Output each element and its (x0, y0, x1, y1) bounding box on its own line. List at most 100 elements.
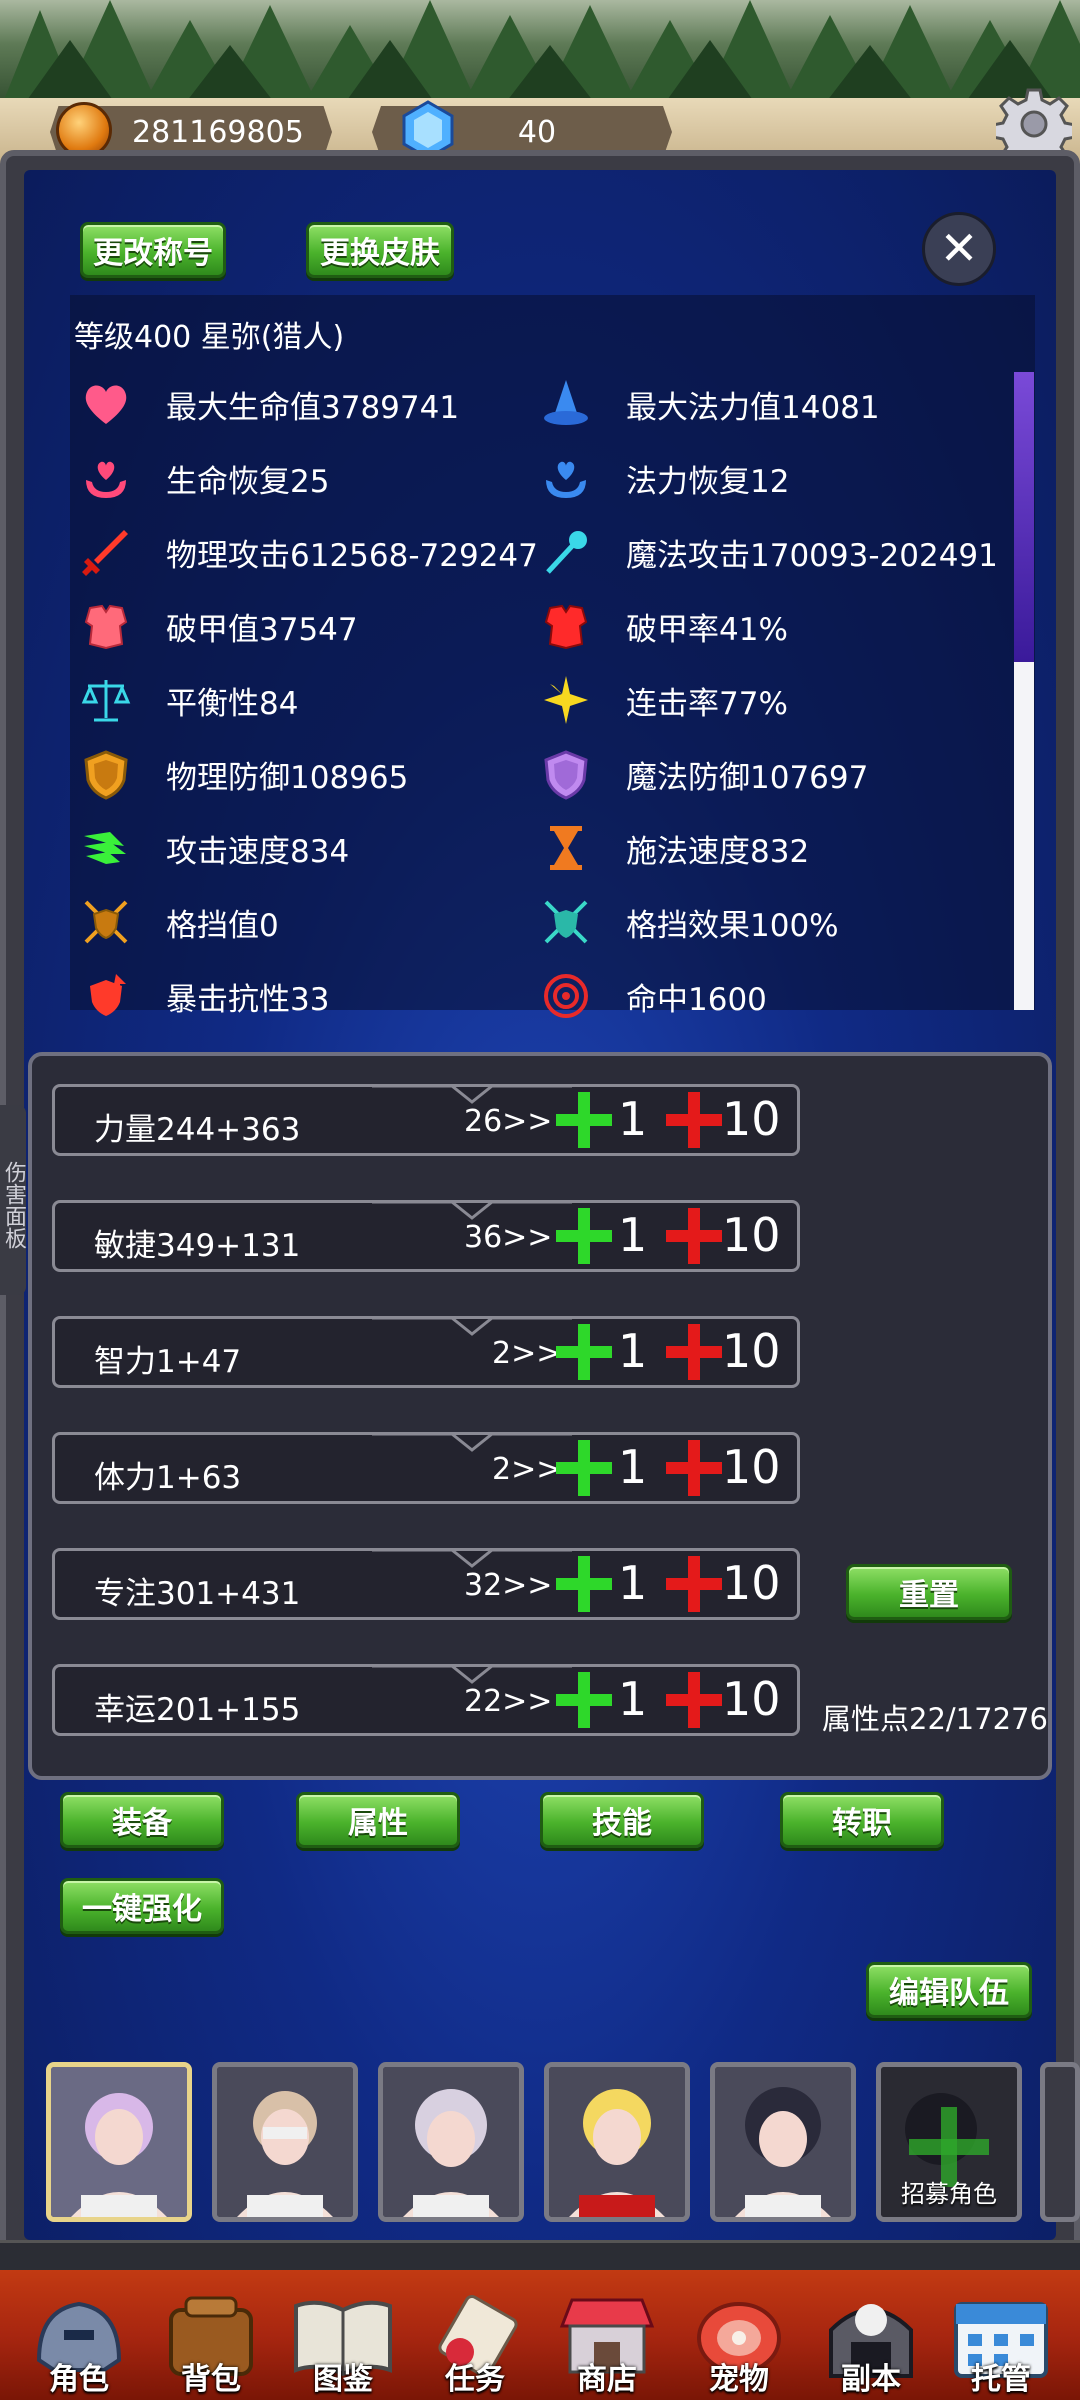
stat-magic-attack: 魔法攻击170093-202491 (540, 524, 998, 580)
attribute-cost: 32>> (464, 1568, 553, 1603)
nav-label: 副本 (841, 2362, 901, 2397)
plus-ten-icon[interactable] (662, 1552, 726, 1616)
character-portrait[interactable] (46, 2062, 192, 2222)
nav-quest[interactable]: 任务 (420, 2290, 530, 2400)
attribute-label: 敏捷349+131 (94, 1228, 301, 1264)
plus-one-amount: 1 (618, 1208, 648, 1262)
character-portrait[interactable] (544, 2062, 690, 2222)
target-icon (544, 974, 588, 1018)
plus-one-amount: 1 (618, 1324, 648, 1378)
plus-ten-icon[interactable] (662, 1320, 726, 1384)
stat-label: 平衡性84 (166, 685, 299, 722)
one-click-enhance-button[interactable]: 一键强化 (60, 1878, 224, 1934)
change-skin-button[interactable]: 更换皮肤 (306, 222, 454, 278)
stat-label: 破甲率41% (626, 611, 788, 648)
attribute-row-intelligence: 智力1+47 2>> 1 10 (52, 1306, 800, 1390)
character-avatar (217, 2067, 353, 2217)
plus-one-icon[interactable] (552, 1204, 616, 1268)
recruit-character-slot[interactable]: 招募角色 (876, 2062, 1022, 2222)
damage-panel-tab[interactable]: 伤害面板 (0, 1105, 26, 1295)
hp-regen-icon (86, 461, 126, 498)
crossed-swords-shield-icon (84, 900, 128, 944)
plus-one-icon[interactable] (552, 1320, 616, 1384)
stat-label: 最大法力值14081 (626, 389, 880, 426)
attribute-label: 力量244+363 (94, 1112, 301, 1148)
plus-one-icon[interactable] (552, 1668, 616, 1732)
plus-ten-amount: 10 (722, 1092, 781, 1146)
character-avatar (549, 2067, 685, 2217)
close-icon[interactable]: ✕ (922, 212, 996, 286)
attribute-cost: 26>> (464, 1104, 553, 1139)
nav-bag[interactable]: 背包 (156, 2290, 266, 2400)
character-portrait[interactable] (378, 2062, 524, 2222)
nav-character[interactable]: 角色 (24, 2290, 134, 2400)
stats-scrollbar-thumb[interactable] (1014, 372, 1034, 662)
stat-block-value: 格挡值0 (80, 894, 279, 950)
equip-button[interactable]: 装备 (60, 1792, 224, 1848)
stat-label: 施法速度832 (626, 833, 810, 870)
gem-amount: 40 (517, 114, 557, 150)
attribute-row-stamina: 体力1+63 2>> 1 10 (52, 1422, 800, 1506)
character-portrait[interactable] (212, 2062, 358, 2222)
plus-one-icon[interactable] (552, 1436, 616, 1500)
nav-pet[interactable]: 宠物 (684, 2290, 794, 2400)
job-change-button[interactable]: 转职 (780, 1792, 944, 1848)
plus-one-icon[interactable] (552, 1088, 616, 1152)
star-burst-icon (544, 676, 588, 724)
nav-label: 背包 (181, 2362, 241, 2397)
character-level-name: 等级400 星弥(猎人) (74, 320, 345, 355)
plus-ten-icon[interactable] (662, 1088, 726, 1152)
nav-dungeon[interactable]: 副本 (816, 2290, 926, 2400)
recruit-label: 招募角色 (901, 2180, 997, 2208)
mp-regen-icon (546, 461, 586, 498)
stat-max-hp: 最大生命值3789741 (80, 376, 459, 432)
plus-ten-icon[interactable] (662, 1668, 726, 1732)
scales-icon (81, 680, 131, 722)
crit-resist-icon (90, 974, 126, 1016)
stat-cast-speed: 施法速度832 (540, 820, 809, 876)
stat-label: 连击率77% (626, 685, 788, 722)
plus-one-amount: 1 (618, 1556, 648, 1610)
plus-one-amount: 1 (618, 1672, 648, 1726)
stat-mp-regen: 法力恢复12 (540, 450, 789, 506)
nav-label: 托管 (971, 2362, 1031, 2397)
nav-codex[interactable]: 图鉴 (288, 2290, 398, 2400)
attribute-label: 专注301+431 (94, 1576, 301, 1612)
nav-divider (0, 2240, 1080, 2270)
nav-hosting[interactable]: 托管 (946, 2290, 1056, 2400)
plus-ten-amount: 10 (722, 1208, 781, 1262)
edit-team-button[interactable]: 编辑队伍 (866, 1962, 1032, 2018)
attribute-row-agility: 敏捷349+131 36>> 1 10 (52, 1190, 800, 1274)
stat-hit: 命中1600 (540, 968, 767, 1024)
stat-label: 格挡值0 (166, 907, 279, 944)
attribute-row-luck: 幸运201+155 22>> 1 10 (52, 1654, 800, 1738)
wand-icon (546, 531, 587, 574)
skills-button[interactable]: 技能 (540, 1792, 704, 1848)
character-portrait[interactable] (710, 2062, 856, 2222)
stat-balance: 平衡性84 (80, 672, 298, 728)
stat-combo-rate: 连击率77% (540, 672, 788, 728)
reset-button[interactable]: 重置 (846, 1564, 1012, 1620)
change-title-button[interactable]: 更改称号 (80, 222, 226, 278)
shield-icon (84, 750, 128, 800)
stat-label: 魔法防御107697 (626, 759, 869, 796)
nav-shop[interactable]: 商店 (552, 2290, 662, 2400)
stat-label: 物理攻击612568-729247 (166, 537, 538, 574)
attribute-label: 体力1+63 (94, 1460, 242, 1496)
stat-block-effect: 格挡效果100% (540, 894, 839, 950)
plus-one-icon[interactable] (552, 1552, 616, 1616)
attributes-button[interactable]: 属性 (296, 1792, 460, 1848)
attribute-cost: 2>> (492, 1336, 562, 1371)
character-portrait-partial[interactable] (1040, 2062, 1080, 2222)
stat-label: 最大生命值3789741 (166, 389, 460, 426)
stat-crit-resist: 暴击抗性33 (80, 968, 329, 1024)
attribute-cost: 2>> (492, 1452, 562, 1487)
plus-ten-icon[interactable] (662, 1436, 726, 1500)
plus-one-amount: 1 (618, 1440, 648, 1494)
hourglass-icon (550, 826, 582, 870)
stat-attack-speed: 攻击速度834 (80, 820, 349, 876)
forest-banner (0, 0, 1080, 110)
character-avatar (51, 2067, 187, 2217)
plus-ten-icon[interactable] (662, 1204, 726, 1268)
stat-armor-break-rate: 破甲率41% (540, 598, 788, 654)
